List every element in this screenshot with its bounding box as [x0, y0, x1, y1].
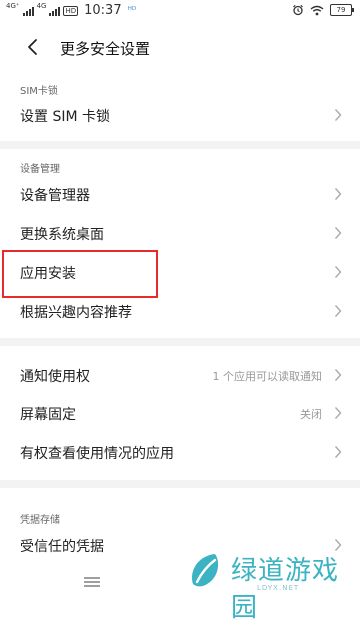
- divider: [0, 338, 360, 346]
- status-bar: 4G⁺ 4G HD 10:37 ᴴᴰ 79: [0, 0, 360, 22]
- signal2-icon: [49, 6, 61, 16]
- chevron-right-icon: [334, 305, 342, 317]
- item-label: 根据兴趣内容推荐: [20, 305, 132, 321]
- list-item-notification-access[interactable]: 通知使用权 1 个应用可以读取通知: [0, 356, 360, 394]
- hd-icon: HD: [63, 5, 79, 16]
- wifi-icon: [310, 5, 324, 15]
- watermark-logo-icon: [191, 554, 219, 587]
- item-value: 关闭: [300, 408, 322, 421]
- section-label-sim: SIM卡锁: [20, 86, 58, 97]
- chevron-right-icon: [334, 369, 342, 381]
- chevron-right-icon: [334, 407, 342, 419]
- status-left: 4G⁺ 4G HD 10:37 ᴴᴰ: [6, 2, 137, 19]
- alarm-icon: [293, 4, 303, 16]
- list-item-device-manager[interactable]: 设备管理器: [0, 175, 360, 213]
- notification-icon: ᴴᴰ: [127, 5, 137, 16]
- battery-icon: 79: [330, 4, 354, 16]
- highlight-box: [2, 250, 158, 298]
- item-label: 通知使用权: [20, 369, 90, 385]
- item-label: 更换系统桌面: [20, 227, 104, 243]
- header: 更多安全设置: [0, 30, 360, 66]
- divider: [0, 480, 360, 488]
- watermark-subtext: LDYX.NET: [257, 584, 300, 592]
- menu-icon[interactable]: [82, 576, 102, 588]
- list-item-sim-lock[interactable]: 设置 SIM 卡锁: [0, 96, 360, 134]
- signal1-icon: [22, 6, 34, 16]
- section-label-device: 设备管理: [20, 164, 60, 175]
- chevron-right-icon: [334, 109, 342, 121]
- section-label-credentials: 凭据存储: [20, 515, 60, 526]
- item-value: 1 个应用可以读取通知: [212, 370, 323, 383]
- status-time: 10:37: [84, 3, 122, 18]
- signal1-label: 4G⁺: [6, 2, 20, 10]
- list-item-usage-access[interactable]: 有权查看使用情况的应用: [0, 433, 360, 471]
- chevron-right-icon: [334, 227, 342, 239]
- back-arrow-icon[interactable]: [22, 36, 44, 58]
- status-right: 79: [292, 4, 354, 16]
- item-label: 有权查看使用情况的应用: [20, 446, 174, 462]
- chevron-right-icon: [334, 446, 342, 458]
- page-title: 更多安全设置: [60, 40, 151, 58]
- item-label: 设备管理器: [20, 188, 90, 204]
- chevron-right-icon: [334, 266, 342, 278]
- watermark: 绿道游戏园 LDYX.NET: [185, 548, 355, 623]
- list-item-change-launcher[interactable]: 更换系统桌面: [0, 214, 360, 252]
- chevron-right-icon: [334, 188, 342, 200]
- signal2-label: 4G: [36, 2, 47, 10]
- item-label: 受信任的凭据: [20, 539, 104, 555]
- divider: [0, 141, 360, 149]
- item-label: 设置 SIM 卡锁: [20, 109, 110, 125]
- list-item-screen-pinning[interactable]: 屏幕固定 关闭: [0, 394, 360, 432]
- item-label: 屏幕固定: [20, 407, 76, 423]
